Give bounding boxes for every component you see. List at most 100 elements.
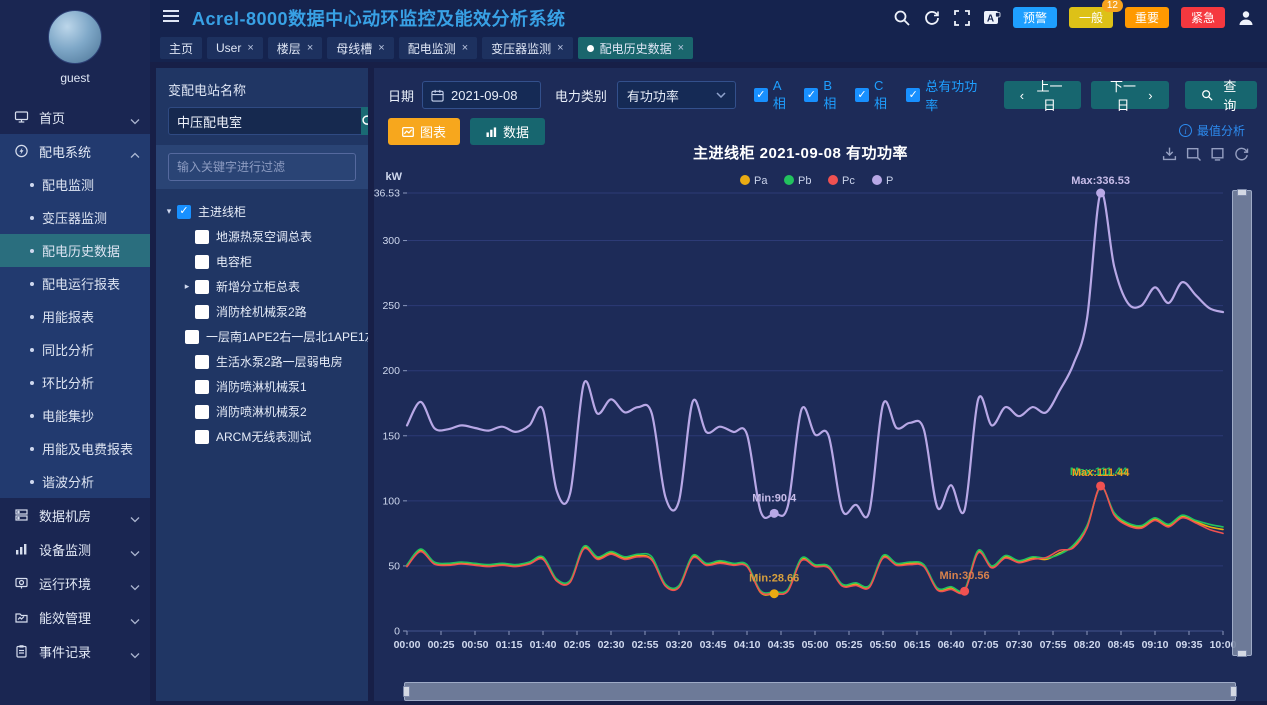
- chart-view-button[interactable]: 图表: [388, 118, 460, 145]
- download-icon[interactable]: [1162, 146, 1177, 161]
- sidebar-item[interactable]: 配电系统: [0, 134, 150, 168]
- checkbox-checked[interactable]: ✓: [177, 205, 191, 219]
- tree-node[interactable]: 消防喷淋机械泵1: [164, 374, 362, 399]
- restore-icon[interactable]: [1234, 146, 1249, 161]
- zoom-reset-icon[interactable]: [1210, 146, 1225, 161]
- tree-node[interactable]: 一层南1APE2右一层北1APE1左: [164, 324, 362, 349]
- sidebar-subitem[interactable]: 同比分析: [0, 333, 150, 366]
- sidebar-group: 数据机房: [0, 498, 150, 532]
- data-view-button[interactable]: 数据: [470, 118, 545, 145]
- tab-item[interactable]: 配电监测×: [399, 37, 477, 59]
- alarm-button[interactable]: 紧急: [1181, 7, 1225, 28]
- sidebar-subitem-label: 变压器监测: [42, 208, 107, 227]
- tab-item[interactable]: 楼层×: [268, 37, 322, 59]
- previous-day-button[interactable]: ‹ 上一日: [1004, 81, 1081, 109]
- phase-checkbox[interactable]: ✓A相: [754, 78, 791, 112]
- close-icon[interactable]: ×: [462, 42, 468, 54]
- alarm-button[interactable]: 预警: [1013, 7, 1057, 28]
- x-tick-label: 02:05: [564, 639, 591, 651]
- translate-icon[interactable]: A: [983, 9, 1001, 27]
- sidebar-subitem[interactable]: 谐波分析: [0, 465, 150, 498]
- checkbox-checked[interactable]: ✓: [855, 88, 869, 102]
- power-category-select[interactable]: 有功功率: [617, 81, 736, 109]
- checkbox-unchecked[interactable]: [195, 255, 209, 269]
- alarm-button[interactable]: 一般12: [1069, 7, 1113, 28]
- x-datazoom-slider[interactable]: [404, 682, 1236, 701]
- phase-checkbox[interactable]: ✓B相: [804, 78, 841, 112]
- tree-node[interactable]: 消防栓机械泵2路: [164, 299, 362, 324]
- checkbox-unchecked[interactable]: [195, 305, 209, 319]
- close-icon[interactable]: ×: [557, 42, 563, 54]
- zoom-box-icon[interactable]: [1186, 146, 1201, 161]
- tab-item[interactable]: 母线槽×: [327, 37, 393, 59]
- category-value: 有功功率: [627, 86, 716, 105]
- tab-item[interactable]: 变压器监测×: [482, 37, 572, 59]
- tab-item[interactable]: User×: [207, 37, 263, 59]
- sidebar-item[interactable]: 能效管理: [0, 600, 150, 634]
- tree-node[interactable]: 电容柜: [164, 249, 362, 274]
- sidebar-item-label: 数据机房: [39, 506, 130, 525]
- tree-node[interactable]: 消防喷淋机械泵2: [164, 399, 362, 424]
- y-tick-label: 0: [394, 626, 400, 638]
- date-picker[interactable]: 2021-09-08: [422, 81, 541, 109]
- query-button[interactable]: 查询: [1185, 81, 1257, 109]
- menu-icon[interactable]: [162, 9, 180, 27]
- legend-item[interactable]: Pa: [740, 175, 768, 187]
- sidebar-subitem[interactable]: 用能报表: [0, 300, 150, 333]
- tree-node[interactable]: 地源热泵空调总表: [164, 224, 362, 249]
- checkbox-unchecked[interactable]: [195, 405, 209, 419]
- tab-item[interactable]: 主页: [160, 37, 202, 59]
- y-datazoom-slider[interactable]: [1232, 190, 1252, 656]
- checkbox-unchecked[interactable]: [195, 230, 209, 244]
- tab-item[interactable]: 配电历史数据×: [578, 37, 693, 59]
- checkbox-checked[interactable]: ✓: [804, 88, 818, 102]
- sidebar-item[interactable]: 数据机房: [0, 498, 150, 532]
- tree-node-root[interactable]: ▾✓主进线柜: [164, 199, 362, 224]
- checkbox-unchecked[interactable]: [195, 430, 209, 444]
- close-icon[interactable]: ×: [307, 42, 313, 54]
- legend-item[interactable]: Pb: [784, 175, 811, 187]
- next-day-button[interactable]: 下一日 ›: [1091, 81, 1168, 109]
- user-icon[interactable]: [1237, 9, 1255, 27]
- sidebar-subitem-label: 用能及电费报表: [42, 439, 133, 458]
- sidebar-subitem[interactable]: 电能集抄: [0, 399, 150, 432]
- sidebar-subitem[interactable]: 配电运行报表: [0, 267, 150, 300]
- user-profile: guest: [0, 0, 150, 100]
- sidebar-subitem[interactable]: 环比分析: [0, 366, 150, 399]
- phase-checkbox[interactable]: ✓C相: [855, 78, 892, 112]
- checkbox-checked[interactable]: ✓: [754, 88, 768, 102]
- checkbox-unchecked[interactable]: [195, 355, 209, 369]
- caret-right-icon[interactable]: ▸: [182, 281, 192, 292]
- alarm-button[interactable]: 重要: [1125, 7, 1169, 28]
- sidebar-item[interactable]: 事件记录: [0, 634, 150, 668]
- checkbox-checked[interactable]: ✓: [906, 88, 920, 102]
- peak-analysis-link[interactable]: i 最值分析: [1179, 122, 1245, 139]
- avatar[interactable]: [48, 10, 102, 64]
- close-icon[interactable]: ×: [678, 42, 684, 54]
- caret-down-icon[interactable]: ▾: [164, 206, 174, 217]
- search-icon[interactable]: [893, 9, 911, 27]
- fullscreen-icon[interactable]: [953, 9, 971, 27]
- tree-node[interactable]: ▸新增分立柜总表: [164, 274, 362, 299]
- station-name-input[interactable]: [168, 107, 361, 135]
- tree-filter-input[interactable]: [168, 153, 356, 181]
- phase-checkbox[interactable]: ✓总有功功率: [906, 76, 982, 114]
- checkbox-unchecked[interactable]: [195, 380, 209, 394]
- legend-item[interactable]: Pc: [828, 175, 855, 187]
- close-icon[interactable]: ×: [247, 42, 253, 54]
- sidebar-subitem[interactable]: 变压器监测: [0, 201, 150, 234]
- sidebar-item[interactable]: 设备监测: [0, 532, 150, 566]
- sidebar-item[interactable]: 首页: [0, 100, 150, 134]
- tree-node[interactable]: 生活水泵2路一层弱电房: [164, 349, 362, 374]
- refresh-icon[interactable]: [923, 9, 941, 27]
- legend-item[interactable]: P: [872, 175, 893, 187]
- close-icon[interactable]: ×: [378, 42, 384, 54]
- sidebar-subitem[interactable]: 配电历史数据: [0, 234, 150, 267]
- checkbox-unchecked[interactable]: [185, 330, 199, 344]
- station-search-button[interactable]: [361, 107, 368, 135]
- tree-node[interactable]: ARCM无线表测试: [164, 424, 362, 449]
- sidebar-item[interactable]: 运行环境: [0, 566, 150, 600]
- sidebar-subitem[interactable]: 用能及电费报表: [0, 432, 150, 465]
- checkbox-unchecked[interactable]: [195, 280, 209, 294]
- sidebar-subitem[interactable]: 配电监测: [0, 168, 150, 201]
